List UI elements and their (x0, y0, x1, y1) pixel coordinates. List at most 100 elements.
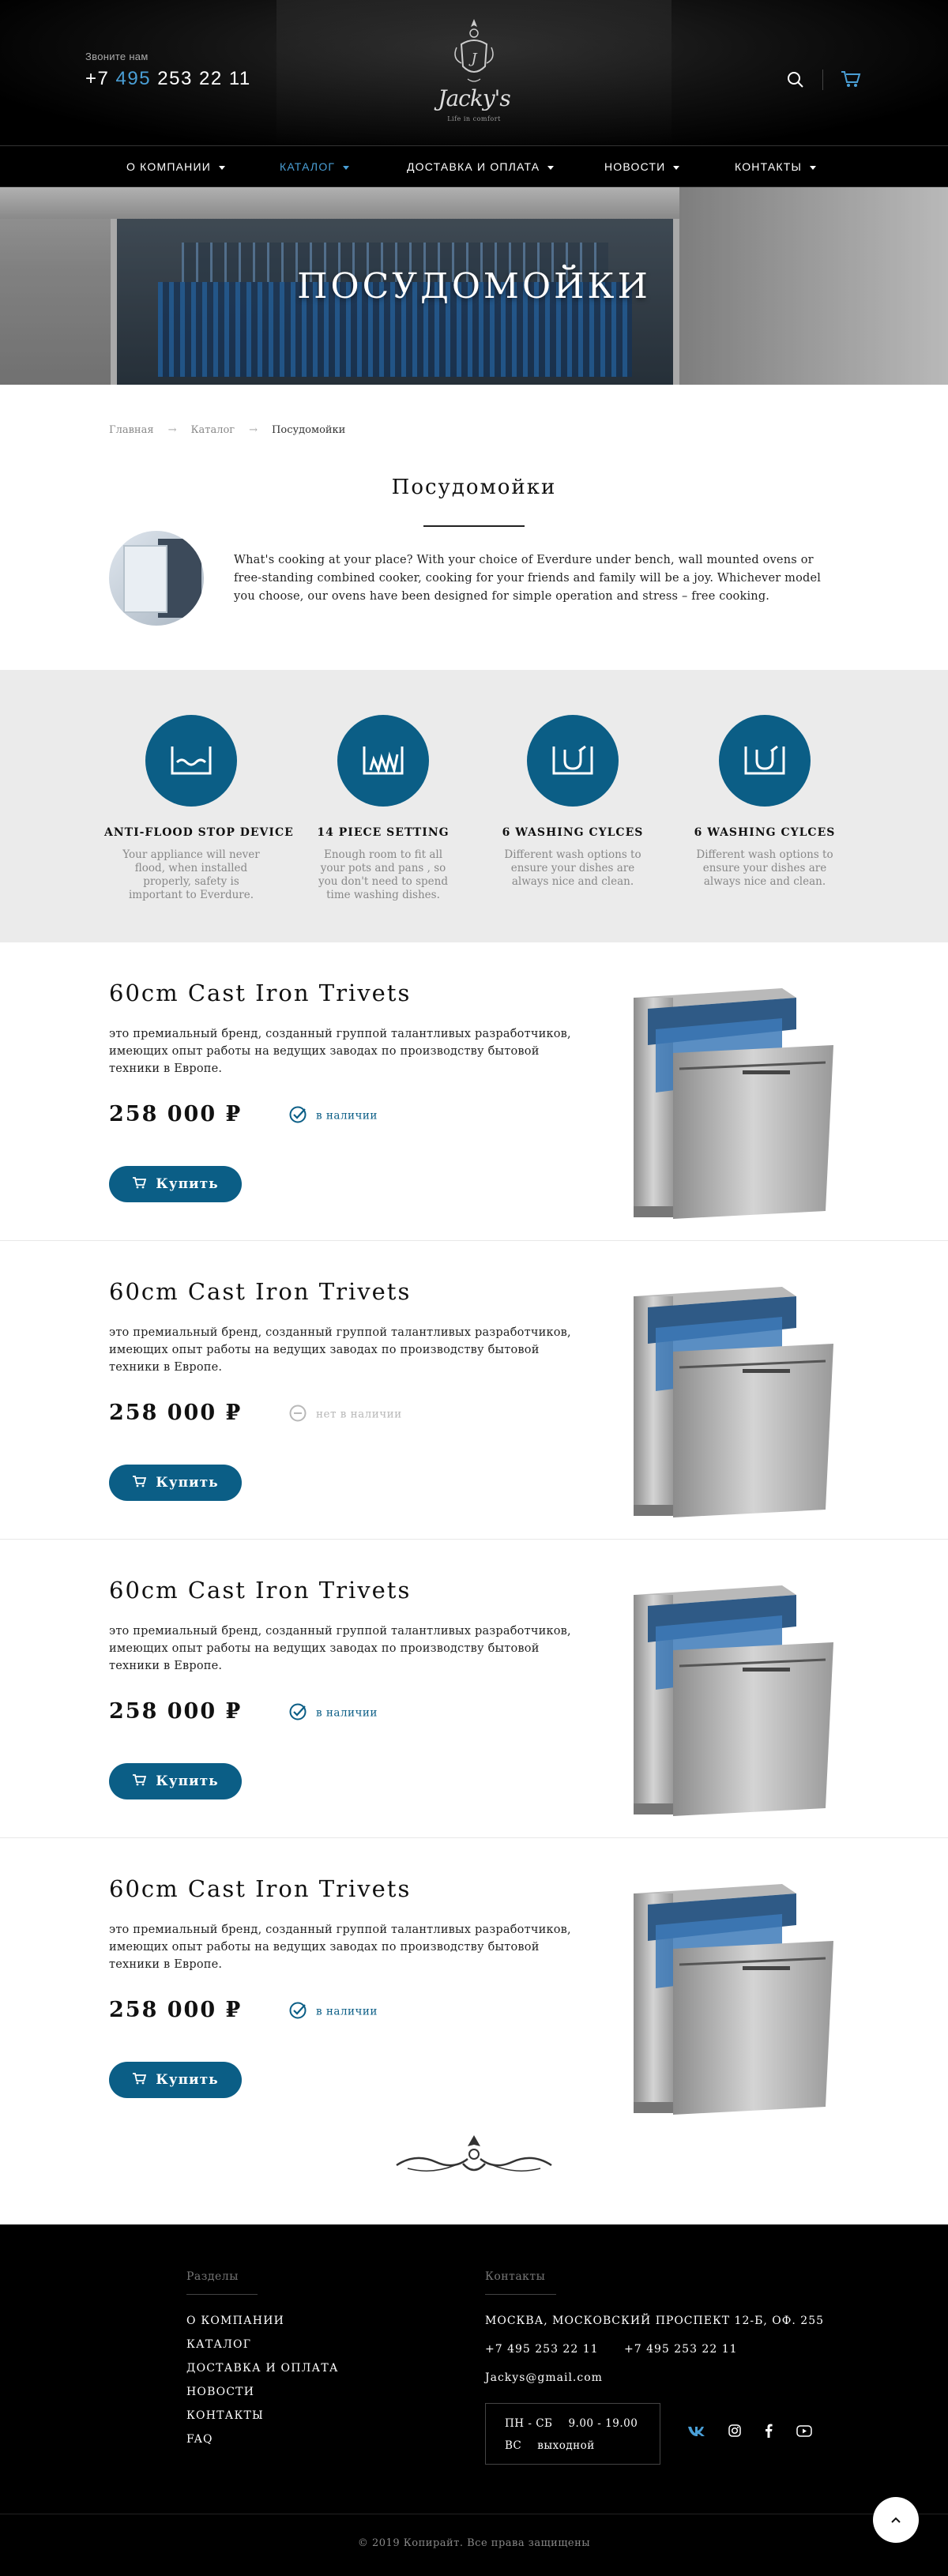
buy-button[interactable]: Купить (109, 1465, 242, 1501)
product-name[interactable]: 60cm Cast Iron Trivets (109, 1577, 411, 1604)
check-circle-icon (289, 1703, 307, 1724)
footer-link-about[interactable]: О КОМПАНИИ (186, 2315, 284, 2327)
product-name[interactable]: 60cm Cast Iron Trivets (109, 1875, 411, 1902)
feature-title: 6 WASHING CYLCES (502, 826, 644, 839)
product-name[interactable]: 60cm Cast Iron Trivets (109, 1278, 411, 1305)
feature-desc: Your appliance will never flood, when in… (122, 848, 260, 901)
breadcrumb-catalog[interactable]: Каталог (190, 424, 235, 436)
product-price: 258 000 ₽ (109, 1401, 243, 1425)
buy-button[interactable]: Купить (109, 2062, 242, 2098)
footer-link-faq[interactable]: FAQ (186, 2433, 213, 2446)
features-section: ANTI-FLOOD STOP DEVICE Your appliance wi… (0, 670, 948, 942)
product-desc: это премиальный бренд, созданный группой… (109, 1625, 571, 1672)
logo[interactable]: J Jacky's Life in comfort (434, 16, 514, 126)
product-image[interactable] (624, 1878, 837, 2115)
product-desc: это премиальный бренд, созданный группой… (109, 1924, 571, 1971)
cart-icon (132, 2072, 147, 2089)
footer-address: МОСКВА, МОСКОВСКИЙ ПРОСПЕКТ 12-Б, ОФ. 25… (485, 2315, 825, 2327)
breadcrumb: Главная → Каталог → Посудомойки (109, 424, 345, 436)
feature-item: 6 WASHING CYLCES Different wash options … (678, 715, 852, 889)
vk-icon[interactable] (687, 2425, 706, 2440)
stock-status: в наличии (289, 1703, 378, 1724)
ruble-sign: ₽ (225, 1102, 243, 1126)
youtube-icon[interactable] (796, 2425, 812, 2440)
page-title: Посудомойки (391, 476, 557, 499)
logo-brand: Jacky's (438, 85, 510, 111)
facebook-icon[interactable] (765, 2424, 773, 2441)
phone-prefix: +7 (85, 68, 110, 89)
cart-icon[interactable] (841, 70, 861, 88)
scroll-to-top-button[interactable] (873, 2497, 919, 2543)
cart-icon (132, 1176, 147, 1193)
copyright: © 2019 Копирайт. Все права защищены (357, 2537, 591, 2549)
feature-desc: Different wash options to ensure your di… (504, 848, 641, 888)
footer-link-delivery[interactable]: ДОСТАВКА И ОПЛАТА (186, 2362, 339, 2375)
hours-time: 9.00 - 19.00 (568, 2417, 638, 2430)
check-circle-icon (289, 2002, 307, 2022)
footer-email[interactable]: Jackys@gmail.com (485, 2371, 603, 2384)
product-name[interactable]: 60cm Cast Iron Trivets (109, 980, 411, 1006)
chevron-up-icon (891, 2517, 901, 2523)
product-price: 258 000 ₽ (109, 1102, 243, 1126)
product-card: 60cm Cast Iron Trivets это премиальный б… (0, 1838, 948, 2137)
nav-item-about[interactable]: О КОМПАНИИ (126, 160, 225, 173)
ruble-sign: ₽ (225, 1699, 243, 1724)
feature-desc: Different wash options to ensure your di… (696, 848, 833, 888)
feature-title: 14 PIECE SETTING (317, 826, 450, 839)
flood-stop-icon (145, 715, 237, 807)
product-price: 258 000 ₽ (109, 1998, 243, 2022)
product-card: 60cm Cast Iron Trivets это премиальный б… (0, 1540, 948, 1838)
feature-title: 6 WASHING CYLCES (694, 826, 836, 839)
product-card: 60cm Cast Iron Trivets это премиальный б… (0, 942, 948, 1241)
site-header: Звоните нам +7 495 253 22 11 J Jacky's L… (0, 0, 948, 187)
chevron-down-icon (810, 165, 817, 170)
search-icon[interactable] (787, 71, 804, 88)
nav-item-news[interactable]: НОВОСТИ (604, 160, 680, 173)
washing-cycle-icon (527, 715, 619, 807)
footer-link-news[interactable]: НОВОСТИ (186, 2386, 254, 2398)
stock-status: нет в наличии (289, 1405, 402, 1425)
product-image[interactable] (624, 1280, 837, 1517)
footer-link-catalog[interactable]: КАТАЛОГ (186, 2338, 251, 2351)
logo-crest-icon: J (454, 19, 494, 82)
chevron-down-icon (673, 165, 680, 170)
opening-hours: ПН - СБ 9.00 - 19.00 ВС выходной (485, 2403, 660, 2465)
footer-phone-1[interactable]: +7 495 253 22 11 (485, 2343, 599, 2356)
feature-desc: Enough room to fit all your pots and pan… (318, 848, 448, 901)
feature-title: ANTI-FLOOD STOP DEVICE (104, 826, 294, 839)
buy-button[interactable]: Купить (109, 1166, 242, 1202)
cart-icon (132, 1773, 147, 1790)
product-image[interactable] (624, 982, 837, 1219)
footer-contacts-title: Контакты (485, 2270, 546, 2283)
footer-phone-2[interactable]: +7 495 253 22 11 (624, 2343, 738, 2356)
feature-item: 6 WASHING CYLCES Different wash options … (486, 715, 660, 889)
breadcrumb-current: Посудомойки (272, 424, 346, 436)
logo-tagline: Life in comfort (447, 115, 501, 122)
feature-item: 14 PIECE SETTING Enough room to fit all … (296, 715, 470, 902)
stock-status: в наличии (289, 1106, 378, 1126)
phone-number: 253 22 11 (157, 68, 251, 89)
hero-title: ПОСУДОМОЙКИ (297, 266, 651, 306)
buy-button[interactable]: Купить (109, 1763, 242, 1799)
check-circle-icon (289, 1106, 307, 1126)
ruble-sign: ₽ (225, 1401, 243, 1425)
piece-setting-icon (337, 715, 429, 807)
header-phone[interactable]: +7 495 253 22 11 (85, 68, 251, 90)
product-card: 60cm Cast Iron Trivets это премиальный б… (0, 1241, 948, 1540)
svg-text:J: J (468, 51, 478, 67)
intro-image (109, 531, 204, 626)
product-image[interactable] (624, 1579, 837, 1816)
call-label: Звоните нам (85, 51, 149, 62)
hours-days: ПН - СБ (505, 2417, 553, 2430)
footer-link-contacts[interactable]: КОНТАКТЫ (186, 2409, 264, 2422)
header-divider (822, 70, 823, 90)
nav-item-delivery[interactable]: ДОСТАВКА И ОПЛАТА (407, 160, 555, 173)
nav-item-catalog[interactable]: КАТАЛОГ (280, 160, 350, 173)
hero-banner: ПОСУДОМОЙКИ (0, 187, 948, 385)
stock-status: в наличии (289, 2002, 378, 2022)
instagram-icon[interactable] (728, 2424, 741, 2440)
washing-cycle-icon (719, 715, 811, 807)
chevron-down-icon (343, 165, 350, 170)
breadcrumb-home[interactable]: Главная (109, 424, 154, 436)
nav-item-contacts[interactable]: КОНТАКТЫ (735, 160, 817, 173)
